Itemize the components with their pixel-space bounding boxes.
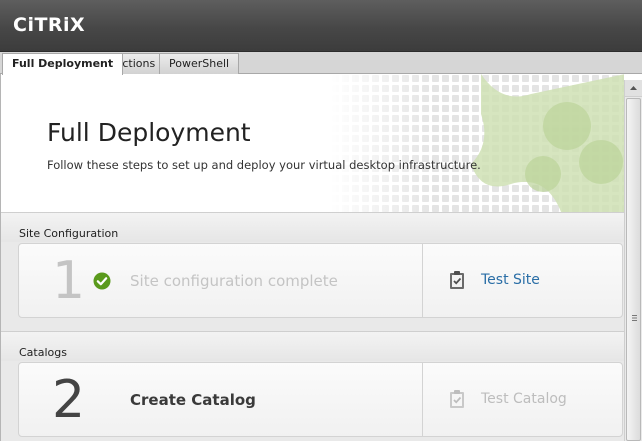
check-circle-icon (93, 272, 111, 290)
section-catalogs: 2 Create Catalog Test Catalog (1, 361, 624, 441)
step-divider (422, 363, 423, 436)
section-site-configuration: 1 Site configuration complete Test Site (1, 242, 624, 331)
test-site-link[interactable]: Test Site (481, 272, 540, 288)
step-number: 2 (52, 370, 86, 430)
step-number: 1 (52, 251, 86, 311)
page-title: Full Deployment (47, 118, 251, 147)
tab-powershell[interactable]: PowerShell (159, 53, 240, 74)
page-subtitle: Follow these steps to set up and deploy … (47, 158, 481, 172)
section-header-catalogs: Catalogs (1, 331, 624, 361)
step-label: Site configuration complete (130, 272, 338, 290)
hero-pattern-decoration (331, 74, 624, 212)
create-catalog-label[interactable]: Create Catalog (130, 391, 256, 409)
clipboard-check-icon (450, 271, 464, 289)
scrollbar-thumb[interactable] (626, 98, 641, 441)
vertical-scrollbar[interactable] (624, 80, 642, 441)
tab-full-deployment[interactable]: Full Deployment (2, 53, 124, 75)
hero-banner: Full Deployment Follow these steps to se… (1, 74, 624, 212)
clipboard-check-icon (450, 390, 464, 408)
section-header-site-configuration: Site Configuration (1, 212, 624, 242)
grip-icon (632, 315, 637, 321)
title-bar: CiTRiX (0, 0, 642, 52)
step-divider (422, 244, 423, 317)
step-card-create-catalog[interactable]: 2 Create Catalog Test Catalog (18, 362, 623, 437)
test-catalog-link: Test Catalog (481, 391, 567, 407)
deployment-panel: Full Deployment Follow these steps to se… (0, 74, 624, 441)
step-card-site-configuration[interactable]: 1 Site configuration complete Test Site (18, 243, 623, 318)
arrow-up-icon (630, 86, 637, 90)
tab-bar: Full Deployment Actions PowerShell (0, 52, 642, 75)
scroll-up-button[interactable] (625, 80, 642, 97)
citrix-logo: CiTRiX (13, 14, 86, 36)
